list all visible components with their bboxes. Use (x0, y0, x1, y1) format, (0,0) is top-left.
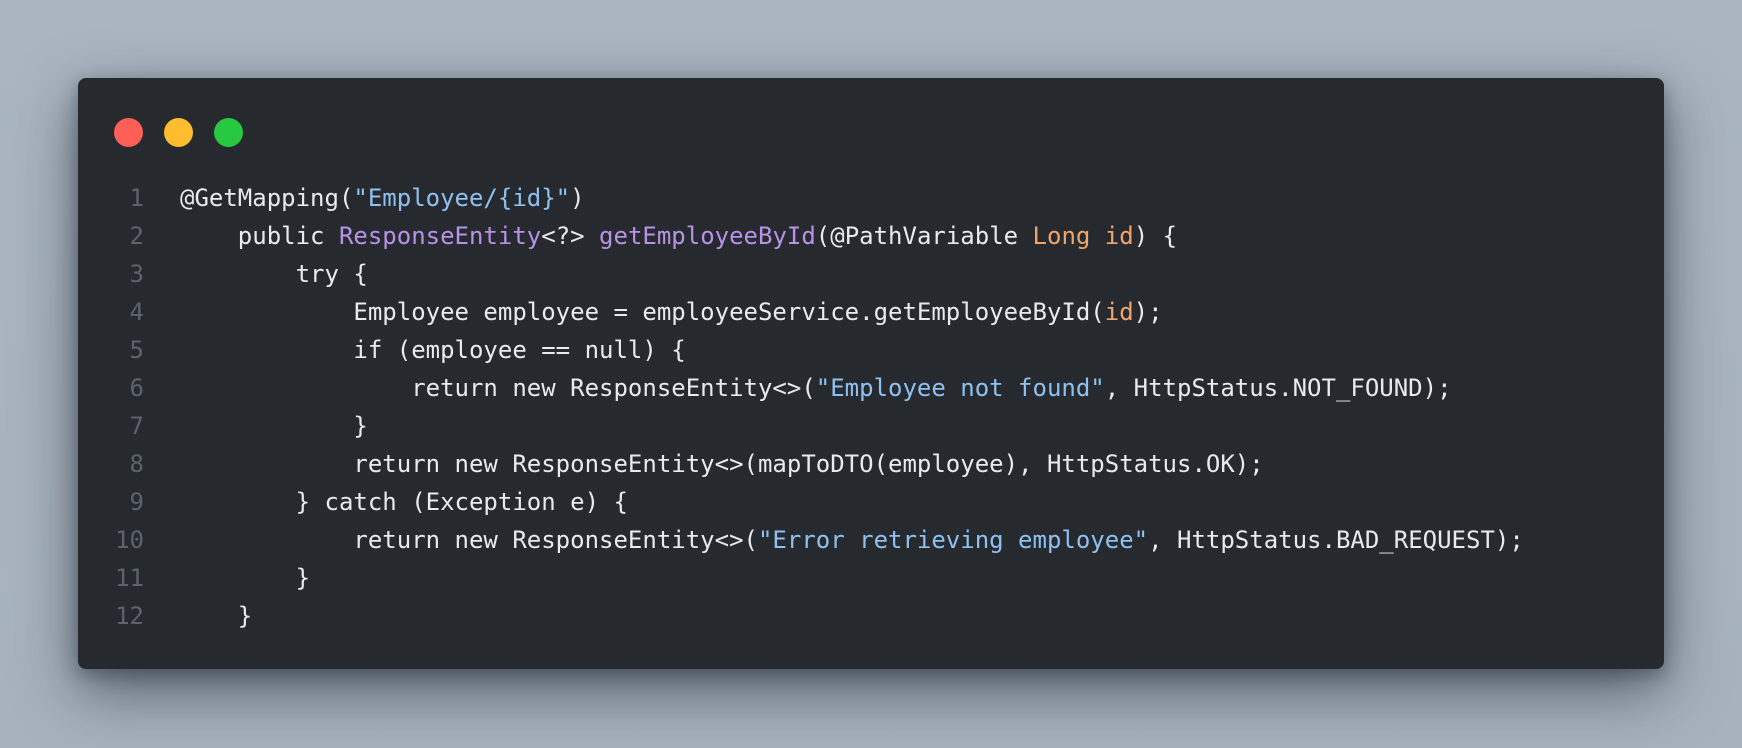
code-token-string: "Error retrieving employee" (757, 526, 1149, 554)
code-token-func: getEmployeeById (599, 222, 816, 250)
code-token-plain: } (180, 412, 368, 440)
code-token-string: "Employee/{id}" (353, 184, 571, 212)
code-token-plain: public (180, 222, 339, 250)
code-line-text: return new ResponseEntity<>("Error retri… (180, 521, 1524, 559)
code-window: 1 @GetMapping("Employee/{id}") 2 public Re… (78, 78, 1664, 669)
code-token-plain: @GetMapping( (180, 184, 354, 212)
line-number: 7 (129, 412, 144, 440)
code-line-text: public ResponseEntity<?> getEmployeeById… (180, 217, 1177, 255)
code-line: 2 public ResponseEntity<?> getEmployeeBy… (78, 217, 1664, 255)
code-token-plain: , HttpStatus.NOT_FOUND); (1104, 374, 1452, 402)
window-controls (114, 118, 243, 147)
code-token-plain: ) { (1133, 222, 1178, 250)
line-number: 4 (129, 298, 144, 326)
line-number: 9 (129, 488, 144, 516)
code-token-string: "Employee not found" (815, 374, 1105, 402)
code-token-plain: if (employee == null) { (180, 336, 686, 364)
code-line: 1 @GetMapping("Employee/{id}") (78, 179, 1664, 217)
code-block: 1 @GetMapping("Employee/{id}") 2 public Re… (78, 179, 1664, 635)
code-line-text: try { (180, 255, 368, 293)
code-line: 10 return new ResponseEntity<>("Error re… (78, 521, 1664, 559)
code-line: 12 } (78, 597, 1664, 635)
code-token-plain: return new ResponseEntity<>( (180, 526, 758, 554)
code-line: 9 } catch (Exception e) { (78, 483, 1664, 521)
code-line-text: @GetMapping("Employee/{id}") (180, 179, 585, 217)
code-line-text: } catch (Exception e) { (180, 483, 628, 521)
code-line-text: if (employee == null) { (180, 331, 686, 369)
code-token-plain: } (180, 602, 253, 630)
code-token-plain: ); (1133, 298, 1163, 326)
line-number: 12 (115, 602, 144, 630)
code-token-type: ResponseEntity (338, 222, 542, 250)
minimize-dot-icon[interactable] (164, 118, 193, 147)
code-line-text: return new ResponseEntity<>(mapToDTO(emp… (180, 445, 1264, 483)
code-token-plain: <?> (541, 222, 600, 250)
code-token-plain: Employee employee = employeeService.getE… (180, 298, 1105, 326)
code-line-text: return new ResponseEntity<>("Employee no… (180, 369, 1452, 407)
line-number: 6 (129, 374, 144, 402)
line-number: 11 (115, 564, 144, 592)
line-number: 5 (129, 336, 144, 364)
code-token-plain: return new ResponseEntity<>(mapToDTO(emp… (180, 450, 1264, 478)
line-number: 8 (129, 450, 144, 478)
code-line-text: Employee employee = employeeService.getE… (180, 293, 1163, 331)
code-token-plain: (@PathVariable (815, 222, 1033, 250)
code-token-param: Long (1032, 222, 1091, 250)
code-line-text: } (180, 559, 310, 597)
code-token-plain: ) (570, 184, 585, 212)
code-line: 3 try { (78, 255, 1664, 293)
code-line: 5 if (employee == null) { (78, 331, 1664, 369)
line-number: 3 (129, 260, 144, 288)
code-token-param: id (1104, 298, 1134, 326)
code-token-plain: } (180, 564, 311, 592)
line-number: 2 (129, 222, 144, 250)
code-token-plain: , HttpStatus.BAD_REQUEST); (1148, 526, 1524, 554)
code-token-plain: return new ResponseEntity<>( (180, 374, 816, 402)
maximize-dot-icon[interactable] (214, 118, 243, 147)
code-token-plain: try { (180, 260, 368, 288)
code-line-text: } (180, 407, 368, 445)
code-token-param: id (1104, 222, 1134, 250)
close-dot-icon[interactable] (114, 118, 143, 147)
code-line: 8 return new ResponseEntity<>(mapToDTO(e… (78, 445, 1664, 483)
code-line-text: } (180, 597, 252, 635)
code-line: 11 } (78, 559, 1664, 597)
code-token-plain: } catch (Exception e) { (180, 488, 628, 516)
line-number: 10 (115, 526, 144, 554)
code-line: 6 return new ResponseEntity<>("Employee … (78, 369, 1664, 407)
code-line: 4 Employee employee = employeeService.ge… (78, 293, 1664, 331)
line-number: 1 (129, 184, 144, 212)
code-line: 7 } (78, 407, 1664, 445)
